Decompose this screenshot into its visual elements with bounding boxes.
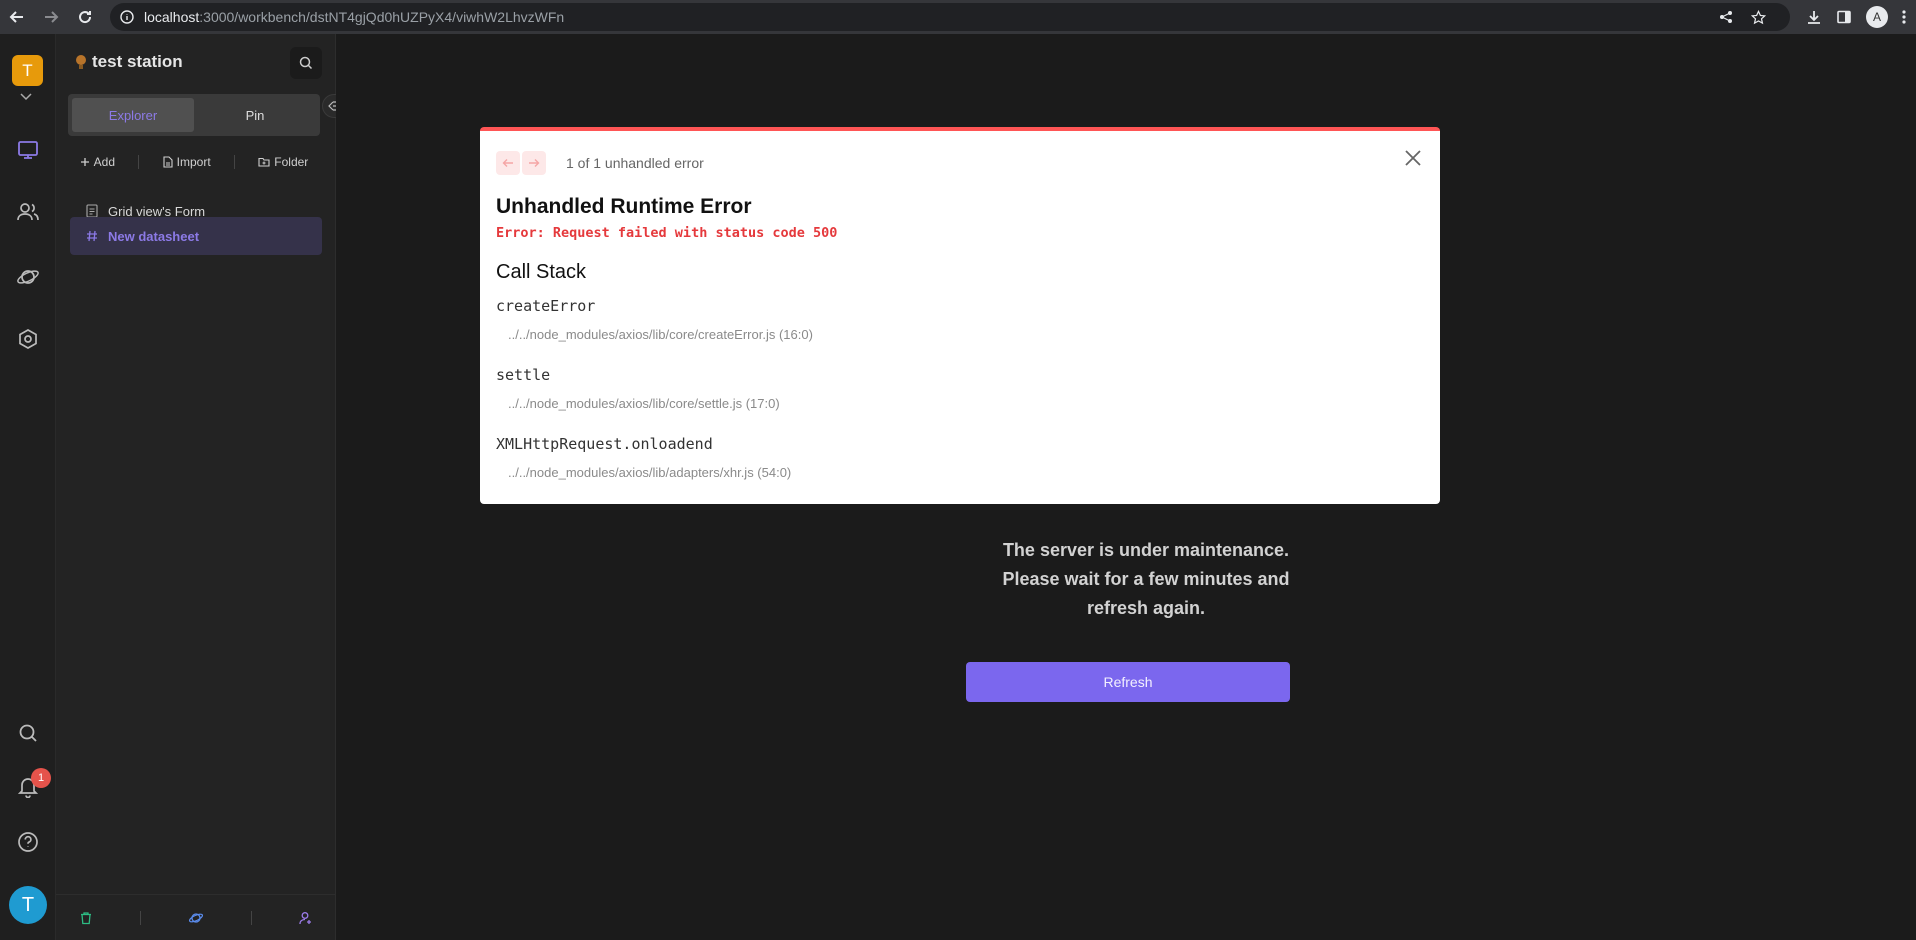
next-error-button[interactable] [522,151,546,175]
members-icon[interactable] [13,197,43,227]
trash-icon[interactable] [79,911,93,925]
refresh-button[interactable]: Refresh [966,662,1290,702]
profile-avatar[interactable]: A [1866,6,1888,28]
folder-icon [258,157,270,167]
close-icon[interactable] [1404,149,1422,167]
error-count: 1 of 1 unhandled error [566,155,704,171]
sidebar-footer [56,894,336,940]
maintenance-message: The server is under maintenance. Please … [1002,540,1290,618]
plus-icon [80,158,89,166]
arrow-left-icon [9,11,23,23]
search-icon [299,56,313,70]
stack-frame-function: createError [496,297,596,315]
import-button[interactable]: Import [163,155,211,169]
import-file-icon [163,156,173,168]
new-folder-button[interactable]: Folder [258,155,308,169]
workbench-icon[interactable] [13,135,43,165]
invite-member-icon[interactable] [298,911,313,925]
space-logo-icon [76,55,86,69]
kebab-menu-icon[interactable] [1902,9,1906,25]
left-rail: T 1 T [0,34,56,940]
stack-frame-location[interactable]: ../../node_modules/axios/lib/core/create… [508,327,813,342]
download-icon[interactable] [1806,9,1822,25]
reload-button[interactable] [68,0,102,34]
call-stack-heading: Call Stack [496,261,587,283]
node-toolbar: Add Import Folder [68,148,320,176]
planet-icon[interactable] [13,262,43,292]
add-node-button[interactable]: Add [80,155,115,169]
notification-badge: 1 [31,768,51,788]
runtime-error-dialog: 1 of 1 unhandled error Unhandled Runtime… [480,127,1440,504]
address-bar[interactable]: localhost:3000/workbench/dstNT4gjQd0hUZP… [110,3,1790,31]
stack-frame-function: settle [496,366,551,384]
side-panel-icon[interactable] [1836,9,1852,25]
arrow-right-icon [45,11,59,23]
tab-pin[interactable]: Pin [194,98,316,132]
url-text: localhost:3000/workbench/dstNT4gjQd0hUZP… [144,9,565,25]
bookmark-star-icon[interactable] [1751,9,1766,25]
tab-explorer[interactable]: Explorer [72,98,194,132]
forward-button[interactable] [34,0,68,34]
explorer-sidebar: test station Explorer Pin Add Import Fol… [56,34,336,940]
divider [250,910,252,925]
divider [233,155,235,169]
sidebar-search-button[interactable] [290,47,322,79]
stack-frame-function: XMLHttpRequest.onloadend [496,435,713,453]
datasheet-hash-icon [87,230,97,242]
info-icon [120,10,134,24]
space-title: test station [74,52,183,72]
browser-toolbar: localhost:3000/workbench/dstNT4gjQd0hUZP… [0,0,1916,34]
template-planet-icon[interactable] [188,911,204,925]
space-switcher[interactable]: T [12,55,43,86]
help-icon[interactable] [13,827,43,857]
divider [140,910,142,925]
user-avatar[interactable]: T [9,886,47,924]
chevron-down-icon[interactable] [19,92,33,102]
explorer-pin-tabs: Explorer Pin [68,94,320,136]
stack-frame-location[interactable]: ../../node_modules/axios/lib/core/settle… [508,396,780,411]
arrow-left-icon [502,159,513,167]
settings-hex-icon[interactable] [13,324,43,354]
list-item[interactable]: New datasheet [70,217,322,255]
global-search-icon[interactable] [13,718,43,748]
arrow-right-icon [529,159,540,167]
space-name: test station [92,52,183,71]
reload-icon [79,11,92,24]
error-pagination [496,151,546,175]
back-button[interactable] [0,0,34,34]
stack-frame-location[interactable]: ../../node_modules/axios/lib/adapters/xh… [508,465,791,480]
prev-error-button[interactable] [496,151,520,175]
error-message: Error: Request failed with status code 5… [496,225,838,241]
share-icon[interactable] [1719,10,1733,24]
error-title: Unhandled Runtime Error [496,195,752,218]
divider [138,155,140,169]
form-icon [86,204,98,218]
